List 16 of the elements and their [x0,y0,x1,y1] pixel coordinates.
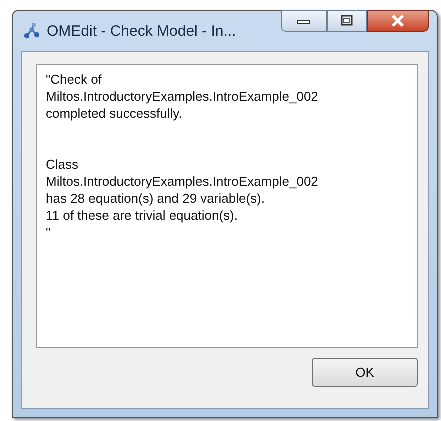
message-line: completed successfully. [46,105,184,122]
maximize-icon [340,15,354,27]
ok-button[interactable]: OK [312,358,418,387]
message-line: Miltos.IntroductoryExamples.IntroExample_002 [46,173,320,190]
message-line: Class [46,156,80,173]
message-line: " [46,224,52,241]
minimize-button[interactable] [281,10,327,32]
message-line: has 28 equation(s) and 29 variable(s). [46,190,266,207]
maximize-button[interactable] [327,10,367,32]
close-button[interactable] [367,10,429,32]
message-line: "Check of [46,71,103,88]
message-line: 11 of these are trivial equation(s). [46,207,239,224]
close-icon [390,14,406,28]
message-line: Miltos.IntroductoryExamples.IntroExample_002 [46,88,320,105]
molecule-icon [23,22,41,40]
window-title: OMEdit - Check Model - In... [47,22,236,40]
